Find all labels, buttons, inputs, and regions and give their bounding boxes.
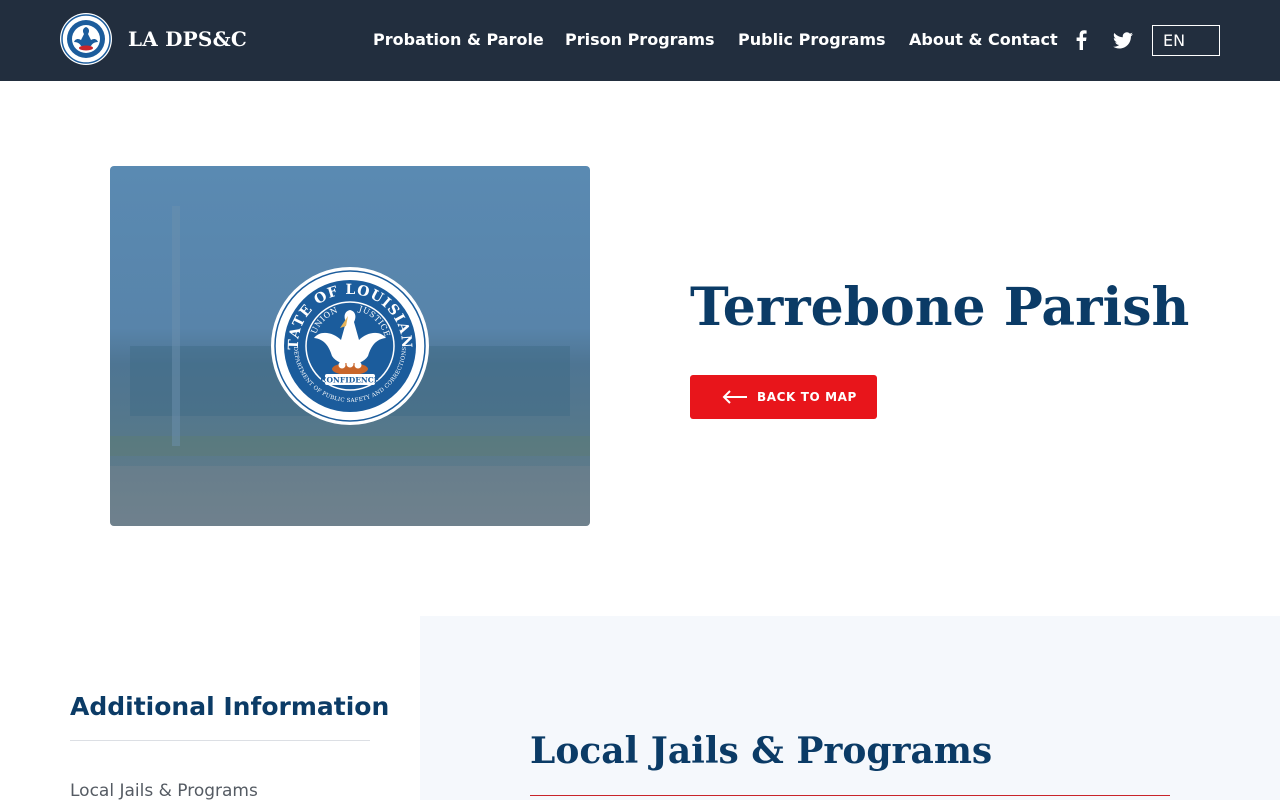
brand-name: LA DPS&C <box>128 27 247 51</box>
site-header: LA DPS&C Probation & Parole Prison Progr… <box>0 0 1280 81</box>
louisiana-dpsc-seal-icon: STATE OF LOUISIANA UNION JUSTICE DEPARTM… <box>270 266 429 425</box>
sidebar-divider <box>70 740 370 741</box>
arrow-left-icon <box>722 390 748 404</box>
sidebar-link-local-jails[interactable]: Local Jails & Programs <box>70 780 258 800</box>
brand-logo-link[interactable]: LA DPS&C <box>60 13 247 65</box>
back-to-map-button[interactable]: BACK TO MAP <box>690 375 877 419</box>
nav-public-programs[interactable]: Public Programs <box>738 29 886 51</box>
twitter-icon[interactable] <box>1111 28 1135 52</box>
nav-prison-programs[interactable]: Prison Programs <box>565 29 715 51</box>
nav-about-contact[interactable]: About & Contact <box>909 29 1058 51</box>
page-title: Terrebone Parish <box>690 277 1190 338</box>
language-selector[interactable]: EN <box>1152 25 1220 56</box>
nav-probation-parole[interactable]: Probation & Parole <box>373 29 544 51</box>
facility-photo: STATE OF LOUISIANA UNION JUSTICE DEPARTM… <box>110 166 590 526</box>
seal-bottom-text: CONFIDENCE <box>321 376 380 385</box>
section-heading: Local Jails & Programs <box>530 730 993 772</box>
section-divider <box>530 795 1170 796</box>
sidebar-heading: Additional Information <box>70 692 390 721</box>
back-to-map-label: BACK TO MAP <box>757 390 857 404</box>
louisiana-seal-logo <box>60 13 112 65</box>
facebook-icon[interactable] <box>1069 28 1093 52</box>
